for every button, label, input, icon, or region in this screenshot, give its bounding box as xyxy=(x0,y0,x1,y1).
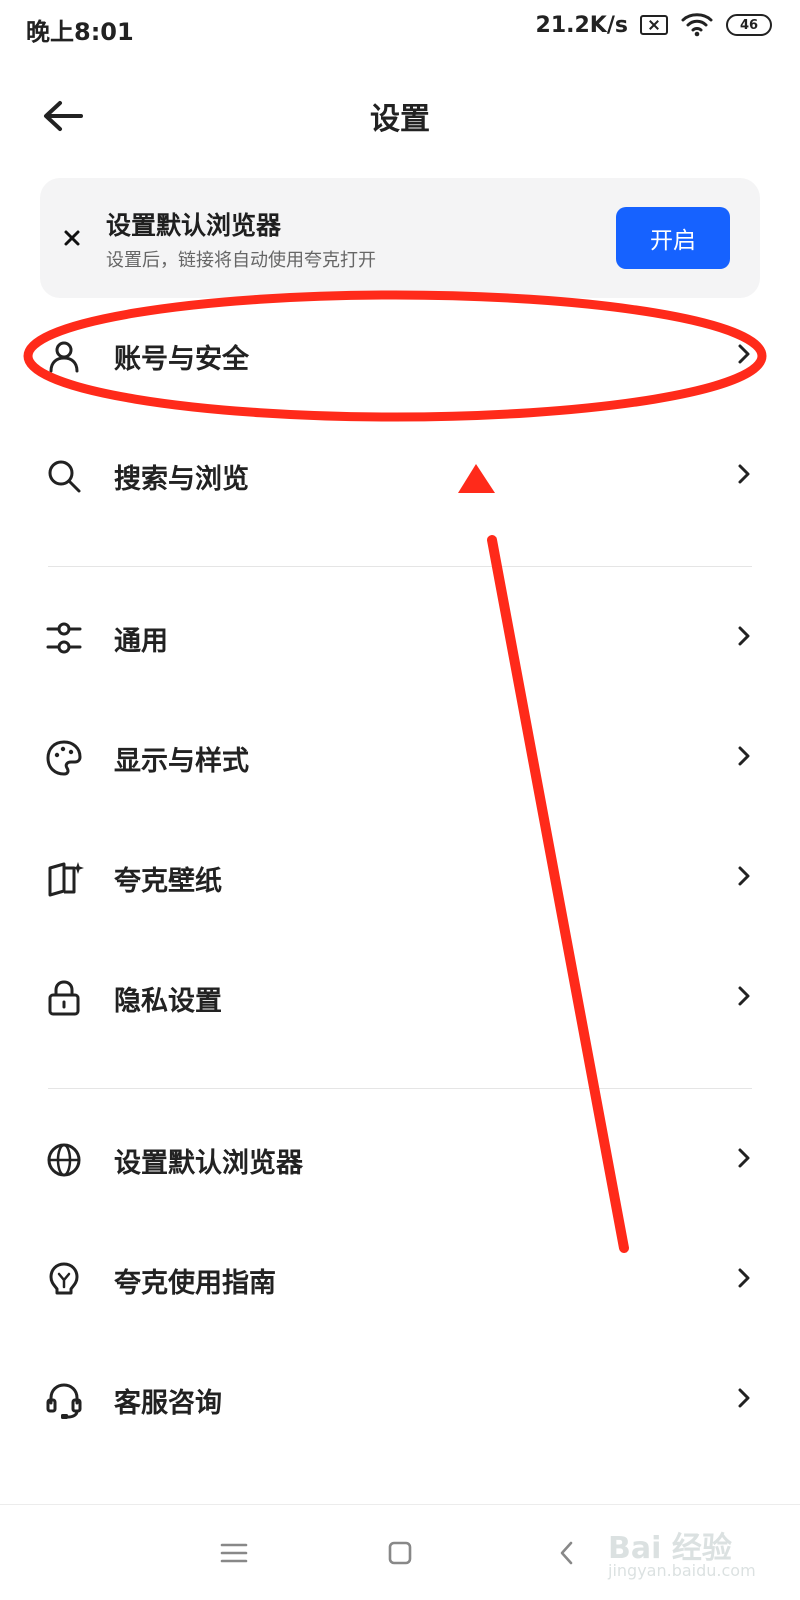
section-divider xyxy=(48,566,752,567)
chevron-right-icon xyxy=(738,626,750,646)
lightbulb-icon xyxy=(49,1262,79,1295)
menu-item-label: 隐私设置 xyxy=(114,986,222,1017)
menu-item-search-browse[interactable]: 搜索与浏览 xyxy=(0,430,800,520)
chevron-right-icon xyxy=(738,746,750,766)
chevron-right-icon xyxy=(738,1388,750,1408)
recent-apps-button[interactable] xyxy=(214,1533,254,1573)
chevron-right-icon xyxy=(738,866,750,886)
section-divider xyxy=(48,1088,752,1089)
chevron-right-icon xyxy=(738,986,750,1006)
search-icon xyxy=(48,460,81,493)
header: 设置 xyxy=(0,76,800,156)
menu-item-general[interactable]: 通用 xyxy=(0,592,800,682)
chevron-right-icon xyxy=(738,344,750,364)
menu-item-label: 客服咨询 xyxy=(114,1388,222,1419)
wifi-icon xyxy=(681,13,713,37)
globe-icon xyxy=(47,1143,81,1177)
enable-button[interactable]: 开启 xyxy=(616,207,730,269)
sim-card-off-icon xyxy=(640,15,668,35)
menu-item-label: 搜索与浏览 xyxy=(114,464,249,495)
menu-icon xyxy=(220,1543,248,1563)
battery-indicator: 46 xyxy=(726,14,772,36)
menu-item-label: 夸克使用指南 xyxy=(114,1268,276,1299)
back-chevron-icon xyxy=(560,1541,573,1565)
watermark: Bai 经验 jingyan.baidu.com xyxy=(608,1523,758,1583)
menu-item-label: 显示与样式 xyxy=(114,746,249,777)
chevron-right-icon xyxy=(738,1268,750,1288)
menu-item-quark-wallpaper[interactable]: 夸克壁纸 xyxy=(0,832,800,922)
chevron-right-icon xyxy=(738,1148,750,1168)
menu-item-customer-service[interactable]: 客服咨询 xyxy=(0,1354,800,1444)
banner-close-button[interactable] xyxy=(58,224,86,252)
bottom-navigation: Bai 经验 jingyan.baidu.com xyxy=(0,1504,800,1600)
user-icon xyxy=(49,341,79,373)
wallpaper-icon xyxy=(48,862,84,897)
menu-item-label: 通用 xyxy=(114,626,168,657)
banner-title: 设置默认浏览器 xyxy=(106,211,282,240)
lock-icon xyxy=(48,980,80,1016)
menu-item-default-browser[interactable]: 设置默认浏览器 xyxy=(0,1114,800,1204)
status-right-group: 21.2K/s 46 xyxy=(536,12,772,38)
chevron-right-icon xyxy=(738,464,750,484)
page-title: 设置 xyxy=(370,102,430,137)
menu-item-label: 账号与安全 xyxy=(114,344,249,375)
network-speed: 21.2K/s xyxy=(535,12,628,38)
sliders-icon xyxy=(46,622,82,654)
menu-item-privacy-settings[interactable]: 隐私设置 xyxy=(0,952,800,1042)
home-button[interactable] xyxy=(380,1533,420,1573)
close-icon xyxy=(64,230,80,246)
headset-icon xyxy=(46,1383,82,1419)
status-time: 晚上8:01 xyxy=(26,18,134,46)
menu-item-account-security[interactable]: 账号与安全 xyxy=(0,310,800,400)
home-icon xyxy=(388,1541,412,1565)
default-browser-banner: 设置默认浏览器 设置后，链接将自动使用夸克打开 开启 xyxy=(40,178,760,298)
watermark-subtext: jingyan.baidu.com xyxy=(608,1561,756,1580)
system-back-button[interactable] xyxy=(546,1533,586,1573)
menu-item-label: 夸克壁纸 xyxy=(114,866,222,897)
banner-subtitle: 设置后，链接将自动使用夸克打开 xyxy=(106,250,376,271)
status-bar: 晚上8:01 21.2K/s 46 xyxy=(0,0,800,56)
palette-icon xyxy=(46,740,82,776)
menu-item-quark-guide[interactable]: 夸克使用指南 xyxy=(0,1234,800,1324)
menu-item-label: 设置默认浏览器 xyxy=(114,1148,303,1179)
menu-item-display-style[interactable]: 显示与样式 xyxy=(0,712,800,802)
